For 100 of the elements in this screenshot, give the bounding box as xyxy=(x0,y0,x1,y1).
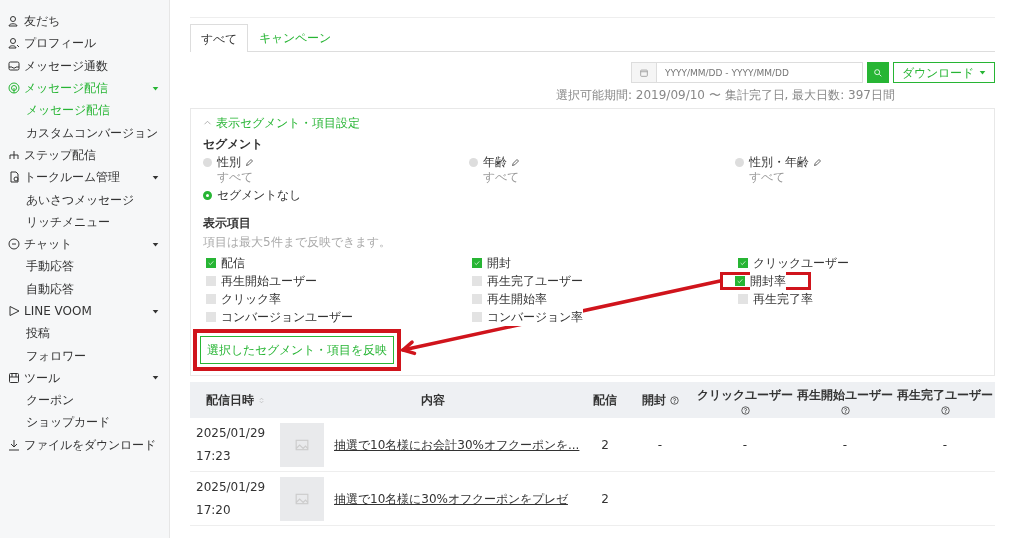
table-cell: - xyxy=(742,437,748,452)
sidebar-item[interactable]: ショップカード xyxy=(0,411,169,434)
message-link[interactable]: 抽選で10名様にお会計30%オフクーポンを... xyxy=(334,435,580,454)
sidebar-item[interactable]: チャット xyxy=(0,232,169,256)
table-cell: 2 xyxy=(601,437,609,452)
person-icon xyxy=(8,37,20,50)
sidebar-item[interactable]: プロフィール xyxy=(0,32,169,55)
checkbox[interactable] xyxy=(735,276,745,286)
checkbox-label: クリックユーザー xyxy=(753,254,849,272)
radio-sublabel: すべて xyxy=(217,171,254,184)
radio-sublabel: すべて xyxy=(483,171,520,184)
table-cell: - xyxy=(657,437,663,452)
help-icon xyxy=(940,405,950,415)
pencil-icon xyxy=(245,157,254,167)
help-icon xyxy=(740,405,750,415)
sidebar-item[interactable]: 投稿 xyxy=(0,322,169,345)
checkbox-label: 開封率 xyxy=(750,272,786,290)
shop-icon xyxy=(8,371,20,384)
checkbox-label: 再生開始ユーザー xyxy=(221,272,317,290)
sidebar-item[interactable]: ステップ配信 xyxy=(0,143,169,167)
checkbox-label: 再生開始率 xyxy=(487,290,547,308)
checkbox-label: クリック率 xyxy=(221,290,281,308)
sidebar-item[interactable]: ツール xyxy=(0,366,169,390)
checkbox[interactable] xyxy=(206,312,216,322)
checkbox[interactable] xyxy=(206,258,216,268)
calendar-button[interactable] xyxy=(631,62,657,83)
broadcast-icon xyxy=(8,82,20,95)
checkbox-label: 配信 xyxy=(221,254,245,272)
sidebar-item[interactable]: LINE VOOM xyxy=(0,299,169,323)
sidebar-item[interactable]: 自動応答 xyxy=(0,277,169,300)
pencil-icon xyxy=(511,157,520,167)
checkbox-label: 再生完了ユーザー xyxy=(487,272,583,290)
section-heading: セグメント xyxy=(203,136,264,153)
help-icon xyxy=(840,405,850,415)
date-range-field[interactable]: YYYY/MM/DD - YYYY/MM/DD xyxy=(657,62,863,83)
column-header: 再生開始ユーザー xyxy=(797,386,893,404)
checkbox[interactable] xyxy=(472,276,482,286)
chat-room-icon xyxy=(8,171,20,184)
checkbox-label: コンバージョン率 xyxy=(487,308,583,326)
help-icon xyxy=(669,395,679,405)
checkbox[interactable] xyxy=(472,258,482,268)
chat-icon xyxy=(8,238,20,251)
check-icon xyxy=(207,259,215,267)
date-range-hint: 選択可能期間: 2019/09/10 〜 集計完了日, 最大日数: 397日間 xyxy=(554,87,896,104)
play-icon xyxy=(8,305,20,317)
check-icon xyxy=(739,259,747,267)
column-header: 再生完了ユーザー xyxy=(897,386,993,404)
calendar-icon xyxy=(639,67,649,78)
check-icon xyxy=(736,277,744,285)
radio-button[interactable] xyxy=(203,190,212,200)
radio-label: 年齢 xyxy=(483,154,507,171)
checkbox-label: 再生完了率 xyxy=(753,290,813,308)
radio-sublabel: すべて xyxy=(749,171,786,184)
table-cell: 2 xyxy=(601,491,609,506)
radio-button[interactable] xyxy=(469,157,478,167)
checkbox[interactable] xyxy=(206,276,216,286)
sidebar-item[interactable]: あいさつメッセージ xyxy=(0,188,169,211)
sidebar-item[interactable]: 手動応答 xyxy=(0,255,169,278)
sidebar-item[interactable]: メッセージ通数 xyxy=(0,54,169,77)
sidebar-item[interactable]: リッチメニュー xyxy=(0,210,169,233)
table-cell: - xyxy=(942,437,948,452)
search-icon xyxy=(873,67,883,78)
date-time-text: 2025/01/29 17:20 xyxy=(196,478,267,519)
column-header: 配信 xyxy=(593,392,617,409)
steps-icon xyxy=(8,148,20,161)
image-icon xyxy=(295,491,309,506)
radio-label: セグメントなし xyxy=(217,187,301,204)
checkbox-label: 開封 xyxy=(487,254,511,272)
sidebar-item[interactable]: カスタムコンバージョン xyxy=(0,121,169,144)
radio-button[interactable] xyxy=(203,157,212,167)
checkbox[interactable] xyxy=(472,294,482,304)
message-link[interactable]: 抽選で10名様に30%オフクーポンをプレゼ xyxy=(334,489,568,508)
checkbox[interactable] xyxy=(738,294,748,304)
column-header: 内容 xyxy=(420,392,445,409)
checkbox[interactable] xyxy=(206,294,216,304)
table-cell: - xyxy=(842,437,848,452)
date-time-text: 2025/01/29 17:23 xyxy=(196,424,267,465)
radio-label: 性別 xyxy=(217,154,241,171)
radio-button[interactable] xyxy=(735,157,744,167)
section-heading: 表示項目 xyxy=(203,215,252,232)
inbox-icon xyxy=(8,59,20,72)
image-icon xyxy=(295,437,309,452)
helper-text: 項目は最大5件まで反映できます。 xyxy=(203,234,392,251)
check-icon xyxy=(473,259,481,267)
checkbox[interactable] xyxy=(738,258,748,268)
sidebar-item[interactable]: 友だち xyxy=(0,10,169,33)
column-header: クリックユーザー xyxy=(697,386,793,404)
column-header: 配信日時 xyxy=(205,392,254,409)
sidebar-item[interactable]: ファイルをダウンロード xyxy=(0,433,169,456)
caret-icon xyxy=(979,69,986,76)
checkbox[interactable] xyxy=(472,312,482,322)
sidebar-item[interactable]: クーポン xyxy=(0,389,169,412)
download-icon xyxy=(8,438,20,451)
search-button[interactable] xyxy=(867,62,889,83)
sidebar-item[interactable]: フォロワー xyxy=(0,344,169,367)
sidebar-item[interactable]: トークルーム管理 xyxy=(0,166,169,189)
pencil-icon xyxy=(813,157,822,167)
tab[interactable]: すべて xyxy=(190,24,248,52)
column-header: 開封 xyxy=(641,392,666,409)
sort-icon xyxy=(257,396,265,404)
